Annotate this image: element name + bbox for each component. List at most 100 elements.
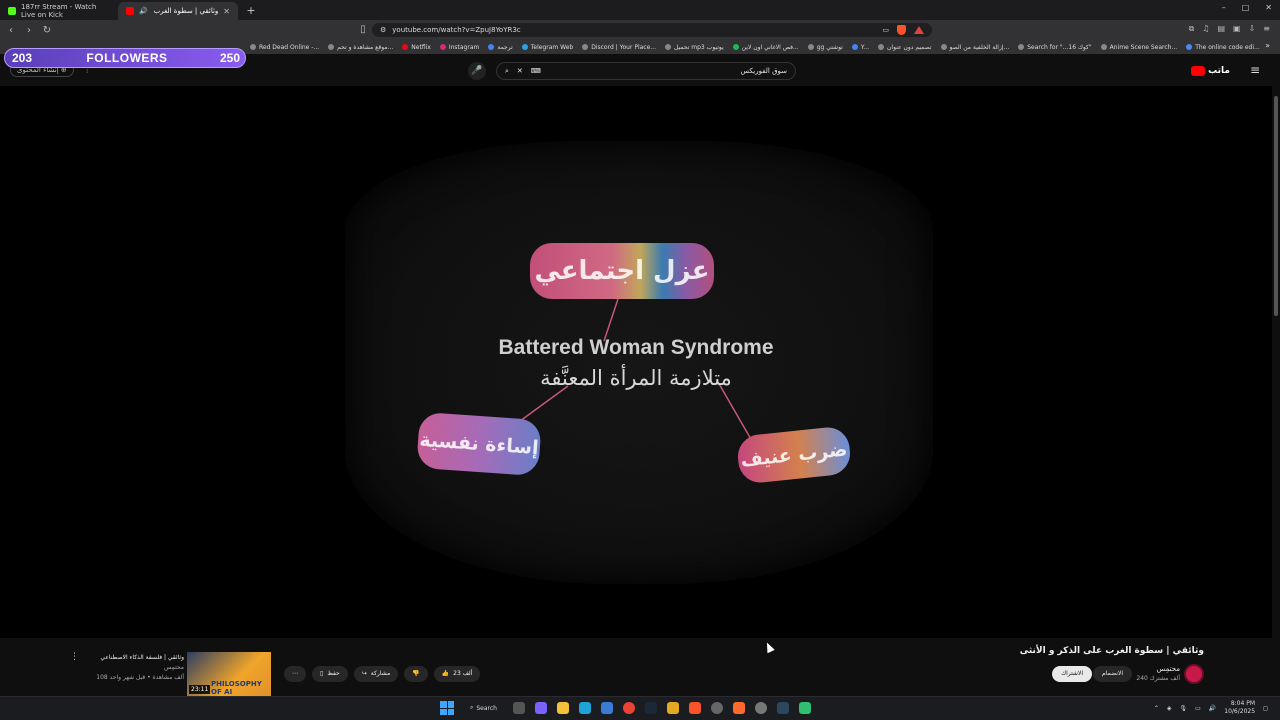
chevron-up-icon[interactable]: ⌃ bbox=[1154, 705, 1159, 712]
bookmark-item[interactable]: Netflix bbox=[402, 44, 431, 51]
copilot-icon[interactable] bbox=[535, 702, 547, 714]
bookmark-item[interactable]: Red Dead Online -... bbox=[250, 44, 319, 51]
app-icon[interactable] bbox=[799, 702, 811, 714]
youtube-play-icon bbox=[1191, 66, 1206, 76]
network-icon[interactable]: ◈ bbox=[1167, 705, 1172, 712]
youtube-icon bbox=[126, 7, 134, 15]
bookmark-item[interactable]: Anime Scene Search... bbox=[1100, 44, 1177, 51]
display-icon[interactable]: ▭ bbox=[1195, 705, 1201, 712]
channel-info[interactable]: محتمِس 240 ألف مشترك bbox=[1136, 665, 1180, 683]
system-tray: ⌃ ◈ 🎙 ▭ 🔊 8:04 PM 10/6/2025 ◻ bbox=[1154, 700, 1268, 716]
edge-icon[interactable] bbox=[579, 702, 591, 714]
playlist-icon[interactable]: ♫ bbox=[1202, 24, 1209, 34]
clock[interactable]: 8:04 PM 10/6/2025 bbox=[1224, 700, 1255, 716]
bookmark-item[interactable]: Discord | Your Place... bbox=[582, 44, 656, 51]
downloads-icon[interactable]: ⇩ bbox=[1249, 24, 1256, 34]
volume-icon[interactable]: 🔊 bbox=[1209, 705, 1216, 712]
related-thumbnail[interactable]: PHILOSOPHY OF AI 23:11 bbox=[187, 652, 271, 696]
steam-icon[interactable] bbox=[645, 702, 657, 714]
bookmark-item[interactable]: Search for "...16 كوك" bbox=[1018, 44, 1092, 51]
join-button[interactable]: الانضمام bbox=[1093, 666, 1132, 682]
tab-kick[interactable]: 187rr Stream - Watch Live on Kick bbox=[0, 2, 118, 20]
channel-avatar[interactable] bbox=[1184, 664, 1204, 684]
bookmark-item[interactable]: فص الاغاني اون لاين... bbox=[732, 44, 799, 51]
extension-icon[interactable]: ⧉ bbox=[1189, 24, 1195, 34]
bookmark-item[interactable]: Y... bbox=[851, 44, 869, 51]
related-more-icon[interactable]: ⋮ bbox=[70, 652, 79, 662]
save-button[interactable]: ▯ حفظ bbox=[312, 666, 348, 682]
related-title: وثائقي | فلسفة الذكاء الاصطناعي bbox=[100, 654, 184, 661]
cast-icon[interactable]: ▭ bbox=[882, 26, 889, 34]
back-icon[interactable]: ‹ bbox=[4, 25, 18, 36]
taskbar-search[interactable]: ⌕ Search bbox=[470, 704, 497, 712]
bookmark-favicon bbox=[439, 44, 446, 50]
notifications-icon[interactable]: ◻ bbox=[1263, 705, 1268, 712]
bookmark-item[interactable]: Telegram Web bbox=[521, 44, 573, 51]
store-icon[interactable] bbox=[601, 702, 613, 714]
brave-shield-icon[interactable] bbox=[897, 25, 906, 35]
bookmark-favicon bbox=[1018, 44, 1025, 50]
related-video-card[interactable]: ⋮ وثائقي | فلسفة الذكاء الاصطناعي محتمِس… bbox=[70, 652, 271, 696]
reload-icon[interactable]: ↻ bbox=[40, 25, 54, 36]
bookmark-icon[interactable]: ▯ bbox=[356, 24, 370, 35]
app-icon[interactable] bbox=[667, 702, 679, 714]
keyboard-icon[interactable]: ⌨ bbox=[531, 67, 541, 75]
forward-icon[interactable]: › bbox=[22, 25, 36, 36]
mic-tray-icon[interactable]: 🎙 bbox=[1179, 705, 1187, 712]
page-scrollbar[interactable] bbox=[1272, 86, 1280, 696]
logo-text: ماتب bbox=[1208, 66, 1230, 76]
microphone-icon[interactable]: 🎤 bbox=[468, 62, 486, 80]
clear-icon[interactable]: ✕ bbox=[517, 67, 523, 75]
bookmark-item[interactable]: تحميل mp3 يوتيوب bbox=[665, 44, 724, 51]
more-bookmarks-icon[interactable]: » bbox=[1265, 41, 1270, 50]
bookmark-item[interactable]: تصميم دون عنوان bbox=[878, 44, 932, 51]
tab-youtube[interactable]: 🔊 وثائقي | سطوة الغرب على الذ... ✕ bbox=[118, 2, 238, 20]
address-bar[interactable]: ⚙ youtube.com/watch?v=ZpuJ8YoYR3c ▭ bbox=[372, 23, 932, 37]
more-actions-button[interactable]: ⋯ bbox=[284, 666, 306, 682]
file-explorer-icon[interactable] bbox=[557, 702, 569, 714]
tab-label: وثائقي | سطوة الغرب على الذ... bbox=[153, 7, 219, 15]
hamburger-menu-icon[interactable]: ≡ bbox=[1250, 63, 1260, 77]
app-icon[interactable] bbox=[733, 702, 745, 714]
video-title-ar: متلازمة المرأة المعنَّفة bbox=[540, 366, 732, 390]
bookmark-item[interactable]: Instagram bbox=[439, 44, 479, 51]
clock-date: 10/6/2025 bbox=[1224, 708, 1256, 715]
task-view-icon[interactable] bbox=[513, 702, 525, 714]
steam-icon[interactable] bbox=[777, 702, 789, 714]
chrome-icon[interactable] bbox=[623, 702, 635, 714]
settings-icon[interactable] bbox=[711, 702, 723, 714]
like-button[interactable]: 👍 23 ألف bbox=[433, 666, 481, 682]
taskbar-apps: ⌕ Search bbox=[440, 701, 811, 715]
settings-icon[interactable] bbox=[755, 702, 767, 714]
subscribe-button[interactable]: الاشتراك bbox=[1052, 666, 1092, 682]
bookmark-item[interactable]: موقع مشاهدة و تحم... bbox=[328, 44, 393, 51]
scrollbar-thumb[interactable] bbox=[1274, 96, 1278, 316]
video-player[interactable]: عزل اجتماعي Battered Woman Syndrome متلا… bbox=[0, 86, 1272, 638]
sidebar-icon[interactable]: ▤ bbox=[1217, 24, 1225, 34]
search-input[interactable]: سوق الفوريكس bbox=[741, 67, 788, 75]
close-window-button[interactable]: ✕ bbox=[1265, 3, 1272, 12]
new-tab-button[interactable]: + bbox=[242, 2, 260, 20]
windows-start-icon[interactable] bbox=[440, 701, 454, 715]
youtube-logo[interactable]: ماتب bbox=[1191, 66, 1230, 76]
thumbnail-text: PHILOSOPHY OF AI bbox=[211, 680, 262, 696]
search-icon[interactable]: ⌕ bbox=[505, 67, 509, 76]
maximize-button[interactable]: □ bbox=[1242, 3, 1250, 12]
dislike-button[interactable]: 👎 bbox=[404, 666, 428, 682]
bookmark-item[interactable]: ترجمة bbox=[488, 44, 513, 51]
speaker-icon[interactable]: 🔊 bbox=[139, 7, 148, 15]
watch-info: وثائقي | سطوة الغرب على الذكر و الأنثى م… bbox=[0, 638, 1272, 696]
site-info-icon[interactable]: ⚙ bbox=[380, 26, 386, 34]
wallet-icon[interactable]: ▣ bbox=[1233, 24, 1241, 34]
brave-icon[interactable] bbox=[689, 702, 701, 714]
close-icon[interactable]: ✕ bbox=[223, 7, 230, 16]
bookmark-favicon bbox=[402, 44, 409, 50]
menu-icon[interactable]: ≡ bbox=[1263, 24, 1270, 34]
bookmark-item[interactable]: إزالة الخلفية من الصو... bbox=[940, 44, 1009, 51]
bookmark-item[interactable]: gg توشتي bbox=[807, 44, 843, 51]
bookmark-item[interactable]: The online code edi... bbox=[1186, 44, 1260, 51]
brave-rewards-icon[interactable] bbox=[914, 26, 924, 34]
minimize-button[interactable]: – bbox=[1222, 3, 1226, 12]
search-box[interactable]: ⌕ ✕ ⌨ سوق الفوريكس bbox=[496, 62, 796, 80]
share-button[interactable]: ↪ مشاركة bbox=[353, 666, 399, 682]
